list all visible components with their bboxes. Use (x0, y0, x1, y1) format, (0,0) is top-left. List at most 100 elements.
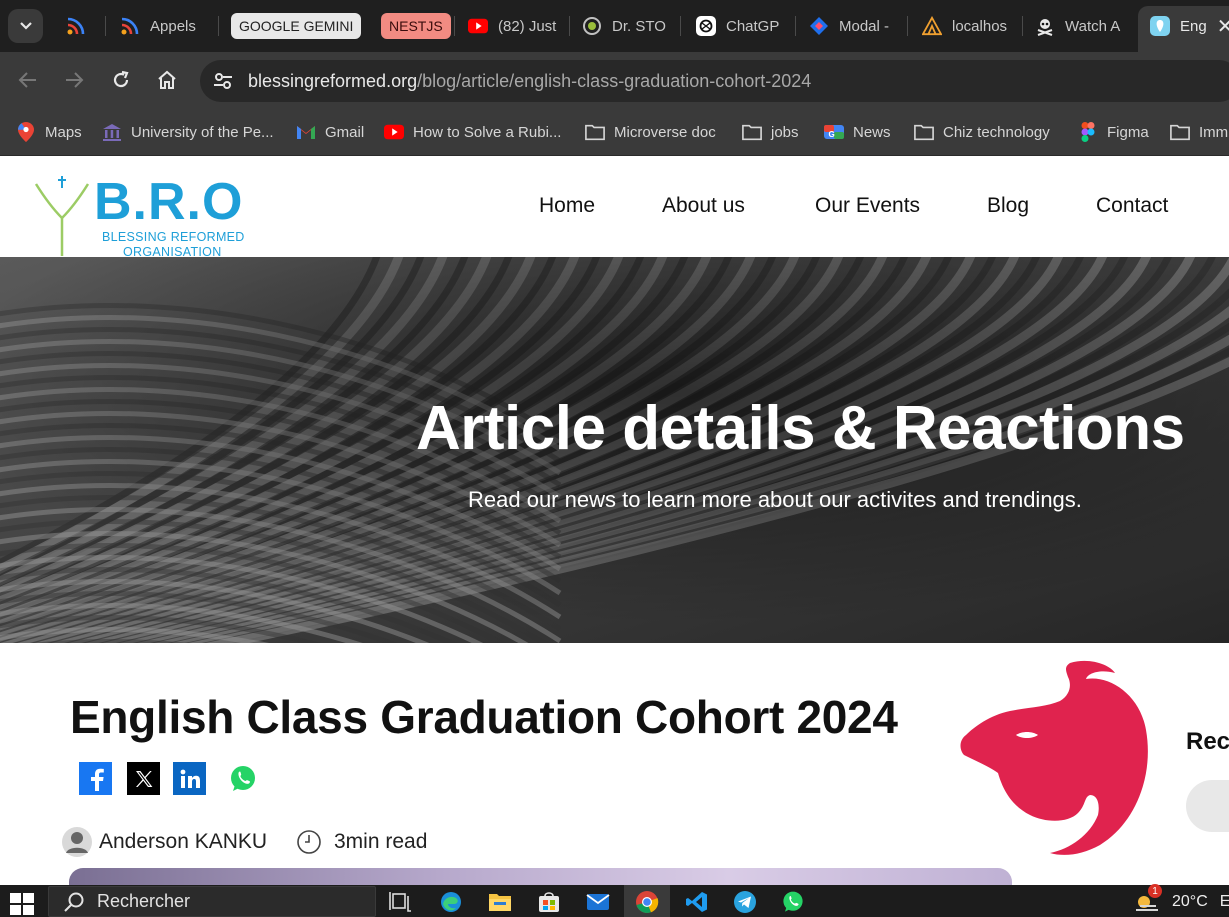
tab-watch[interactable]: Watch A (1035, 10, 1121, 42)
hero-title: Article details & Reactions (416, 394, 1185, 463)
telegram-icon (734, 891, 756, 913)
site-settings-icon[interactable] (212, 70, 234, 92)
nav-home[interactable]: Home (539, 194, 595, 218)
tab-separator (795, 16, 796, 36)
bookmark-university[interactable]: University of the Pe... (102, 119, 274, 145)
temperature-text: 20°C (1172, 893, 1208, 910)
tab-modal[interactable]: Modal - (809, 10, 899, 42)
task-view-button[interactable] (388, 889, 414, 915)
nav-contact[interactable]: Contact (1096, 194, 1168, 218)
bookmark-gmail[interactable]: Gmail (296, 119, 364, 145)
article-title: English Class Graduation Cohort 2024 (70, 691, 898, 743)
logo-wordmark: B.R.O (94, 173, 244, 231)
tab-separator (569, 16, 570, 36)
tab-youtube[interactable]: (82) Just (468, 10, 558, 42)
notification-badge: 1 (1148, 884, 1162, 898)
recent-post-thumbnail[interactable] (1186, 780, 1229, 832)
share-facebook-button[interactable] (79, 762, 112, 795)
folder-icon (742, 122, 762, 142)
site-header: B.R.O BLESSING REFORMED ORGANISATION Hom… (0, 156, 1229, 259)
bookmark-maps[interactable]: Maps (16, 119, 82, 145)
bookmarks-bar: Maps University of the Pe... Gmail How t… (0, 108, 1229, 156)
bookmark-jobs[interactable]: jobs (742, 119, 799, 145)
tab-dr-sto[interactable]: Dr. STO (582, 10, 666, 42)
share-linkedin-button[interactable] (173, 762, 206, 795)
author-name: Anderson KANKU (99, 830, 268, 853)
taskbar-store[interactable] (536, 889, 562, 915)
x-icon (135, 770, 152, 787)
bookmark-figma[interactable]: Figma (1078, 119, 1149, 145)
chrome-icon (636, 891, 659, 914)
edge-icon (441, 892, 461, 912)
taskbar-whatsapp[interactable] (780, 889, 806, 915)
taskbar-search-placeholder: Rechercher (97, 891, 191, 911)
nav-blog[interactable]: Blog (987, 194, 1029, 218)
taskbar-vscode[interactable] (684, 889, 710, 915)
pirate-icon (1035, 16, 1055, 36)
clock-icon (297, 830, 321, 854)
localhost-icon (922, 16, 942, 36)
news-icon: G (824, 122, 844, 142)
folder-icon (914, 122, 934, 142)
recent-posts-heading: Rec (1186, 728, 1229, 755)
taskbar-search-box[interactable]: Rechercher (48, 886, 376, 917)
tab-appels[interactable]: Appels (120, 10, 212, 42)
taskbar-weather[interactable]: 1 20°C E (1132, 884, 1229, 915)
back-button[interactable] (14, 66, 42, 94)
tab-search-button[interactable] (8, 9, 43, 43)
tab-localhost[interactable]: localhos (922, 10, 1012, 42)
browser-tab-bar: Appels GOOGLE GEMINI NESTJS (82) Just Dr… (0, 0, 1229, 52)
read-time-text: 3min read (334, 830, 428, 853)
article-read-time: 3min read (296, 826, 427, 858)
nestjs-logo-overlay (960, 660, 1148, 855)
figma-icon (1078, 122, 1098, 142)
university-icon (102, 122, 122, 142)
rss-icon (66, 16, 86, 36)
tab-group-nestjs[interactable]: NESTJS (381, 13, 451, 39)
bookmark-microverse[interactable]: Microverse doc (585, 119, 716, 145)
nav-our-events[interactable]: Our Events (815, 194, 920, 218)
mail-icon (586, 894, 610, 910)
whatsapp-icon (783, 891, 803, 912)
folder-icon (489, 894, 511, 911)
weather-trailing-text: E (1219, 893, 1229, 910)
taskbar-edge[interactable] (438, 889, 464, 915)
home-button[interactable] (153, 66, 181, 94)
taskbar-telegram[interactable] (732, 889, 758, 915)
bookmark-news[interactable]: G News (824, 119, 891, 145)
site-logo[interactable]: B.R.O BLESSING REFORMED ORGANISATION (32, 166, 272, 259)
share-whatsapp-button[interactable] (226, 762, 259, 795)
browser-toolbar: blessingreformed.org/blog/article/englis… (0, 52, 1229, 108)
tab-group-google-gemini[interactable]: GOOGLE GEMINI (231, 13, 362, 39)
taskbar-file-explorer[interactable] (487, 889, 513, 915)
site-favicon-icon (1150, 16, 1170, 36)
bookmark-rubik[interactable]: How to Solve a Rubi... (384, 119, 561, 145)
youtube-icon (468, 16, 488, 36)
taskbar-chrome[interactable] (634, 889, 660, 915)
bookmark-imm[interactable]: Imm (1170, 119, 1228, 145)
gmail-icon (296, 122, 316, 142)
folder-icon (1170, 122, 1190, 142)
address-bar[interactable]: blessingreformed.org/blog/article/englis… (200, 60, 1229, 102)
chevron-down-icon (19, 22, 32, 30)
tab-rss[interactable] (66, 10, 96, 42)
folder-icon (585, 122, 605, 142)
facebook-icon (90, 768, 104, 791)
tab-english-class[interactable]: Eng ✕ (1150, 10, 1229, 42)
tab-chatgpt[interactable]: ChatGP (696, 10, 780, 42)
share-x-button[interactable] (127, 762, 160, 795)
article-author: Anderson KANKU (61, 826, 267, 858)
reload-button[interactable] (107, 66, 135, 94)
maps-icon (16, 122, 36, 142)
nav-about-us[interactable]: About us (662, 194, 745, 218)
windows-start-icon[interactable] (10, 893, 34, 915)
hero-subtitle: Read our news to learn more about our ac… (468, 487, 1082, 512)
forward-button[interactable] (60, 66, 88, 94)
taskbar-mail[interactable] (585, 889, 611, 915)
linkedin-icon (180, 769, 200, 788)
rss-icon (120, 16, 140, 36)
chatgpt-icon (696, 16, 716, 36)
close-tab-icon[interactable]: ✕ (1217, 14, 1229, 39)
logo-subtitle-line1: BLESSING REFORMED (102, 230, 245, 244)
bookmark-chiz[interactable]: Chiz technology (914, 119, 1050, 145)
